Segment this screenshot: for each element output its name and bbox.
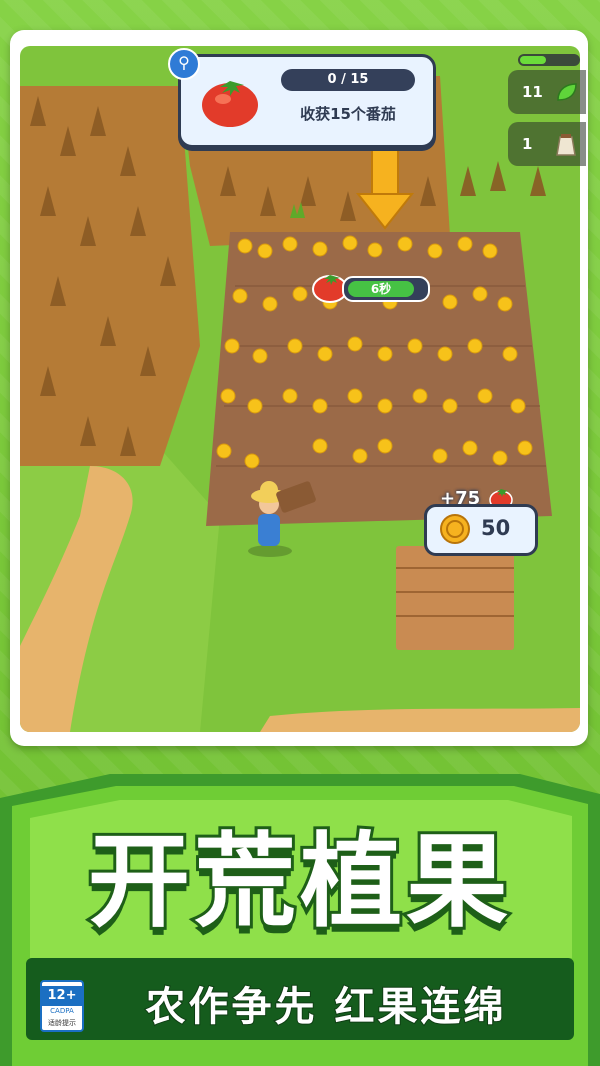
energy-fill [520, 56, 546, 64]
seed-count: 1 [522, 135, 533, 153]
farm-scene-art [20, 46, 580, 732]
energy-bar [518, 54, 580, 66]
seed-bag-icon [556, 134, 576, 156]
coin-reward-box[interactable]: 50 [424, 504, 538, 556]
leaf-count: 11 [522, 83, 543, 101]
seed-counter[interactable]: 1 [508, 122, 586, 166]
coin-value: 50 [481, 516, 511, 540]
age-rating-value: 12+ [42, 986, 82, 1006]
age-rating-badge: 12+ CADPA 适龄提示 [40, 980, 84, 1032]
age-rating-org: CADPA [50, 1007, 74, 1015]
coin-icon [440, 514, 470, 544]
search-icon[interactable]: ⚲ [168, 48, 200, 80]
banner-subtitle: 农作争先 红果连绵 [145, 983, 507, 1031]
banner-title: 开荒植果 [85, 820, 512, 945]
crop-timer: 6秒 [310, 270, 432, 304]
game-scene[interactable] [20, 46, 580, 732]
leaf-icon [557, 83, 577, 101]
timer-label: 6秒 [348, 281, 414, 297]
quest-description: 收获15个番茄 [300, 105, 396, 123]
tomato-icon [195, 67, 265, 131]
age-rating-tip: 适龄提示 [48, 1019, 76, 1027]
subtitle-bar: 12+ CADPA 适龄提示 农作争先 红果连绵 [26, 958, 574, 1040]
quest-panel[interactable]: 0 / 15 收获15个番茄 [178, 54, 436, 148]
leaf-counter[interactable]: 11 [508, 70, 586, 114]
quest-progress-bar: 0 / 15 [281, 69, 415, 91]
timer-bar: 6秒 [342, 276, 430, 302]
wooden-platform [396, 546, 514, 650]
